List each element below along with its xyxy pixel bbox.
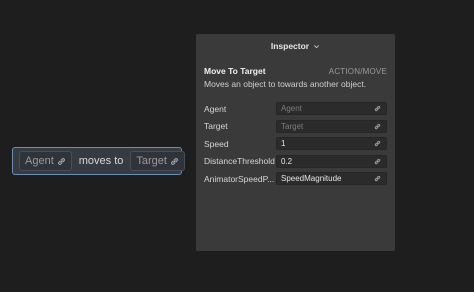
- link-icon[interactable]: [372, 139, 382, 149]
- property-value: 0.2: [281, 156, 293, 166]
- property-label: DistanceThreshold: [204, 156, 275, 167]
- target-field[interactable]: Target: [276, 119, 387, 133]
- node-agent-chip[interactable]: Agent: [19, 151, 72, 171]
- inspector-header[interactable]: Inspector: [196, 34, 395, 58]
- distance-threshold-field[interactable]: 0.2: [276, 154, 387, 168]
- inspector-titlebar: Move To Target ACTION/MOVE: [196, 58, 395, 76]
- agent-field[interactable]: Agent: [276, 102, 387, 116]
- link-icon[interactable]: [372, 156, 382, 166]
- property-value: Target: [281, 121, 304, 131]
- node-target-chip[interactable]: Target: [130, 151, 185, 171]
- property-row-distance-threshold: DistanceThreshold 0.2: [204, 153, 387, 171]
- property-label: Speed: [204, 138, 229, 149]
- property-label: Agent: [204, 103, 227, 114]
- node-agent-label: Agent: [25, 155, 54, 167]
- property-label: Target: [204, 121, 228, 132]
- inspector-node-category: ACTION/MOVE: [328, 67, 387, 76]
- link-icon[interactable]: [372, 174, 382, 184]
- speed-field[interactable]: 1: [276, 137, 387, 151]
- property-label: AnimatorSpeedP...: [204, 173, 275, 184]
- property-value: 1: [281, 139, 286, 149]
- property-row-animator-speed-param: AnimatorSpeedP... SpeedMagnitude: [204, 170, 387, 188]
- inspector-node-description: Moves an object to towards another objec…: [204, 79, 367, 89]
- graph-canvas[interactable]: Agent moves to Target Inspector Move To …: [0, 0, 474, 292]
- property-value: Agent: [281, 104, 302, 114]
- property-list: Agent Agent Target Target Speed 1 Distan…: [204, 100, 387, 188]
- animator-speed-param-field[interactable]: SpeedMagnitude: [276, 172, 387, 186]
- link-icon: [57, 156, 67, 166]
- property-value: SpeedMagnitude: [281, 174, 342, 184]
- inspector-node-title: Move To Target: [204, 66, 266, 76]
- chevron-down-icon[interactable]: [313, 43, 320, 50]
- property-row-speed: Speed 1: [204, 135, 387, 153]
- link-icon[interactable]: [372, 104, 382, 114]
- inspector-header-label: Inspector: [270, 41, 310, 51]
- link-icon[interactable]: [372, 121, 382, 131]
- inspector-panel: Inspector Move To Target ACTION/MOVE Mov…: [196, 34, 395, 251]
- node-target-label: Target: [136, 155, 167, 167]
- link-icon: [170, 156, 180, 166]
- property-row-agent: Agent Agent: [204, 100, 387, 118]
- node-moves-to-text: moves to: [78, 155, 124, 167]
- property-row-target: Target Target: [204, 118, 387, 136]
- move-to-target-node[interactable]: Agent moves to Target: [12, 147, 185, 175]
